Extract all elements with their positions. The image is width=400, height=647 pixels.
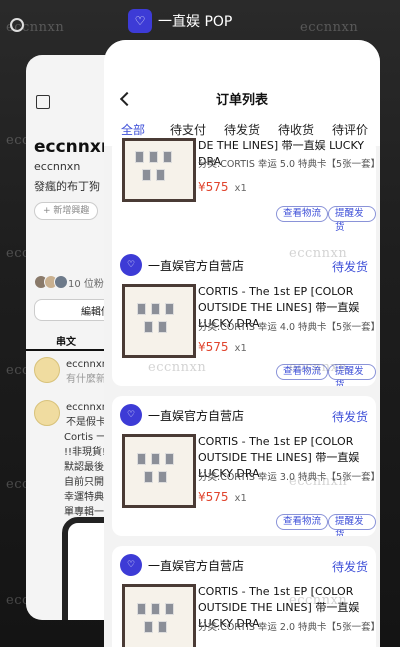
app-name: 一直娱 POP — [158, 14, 233, 30]
nav-bar: 订单列表 — [104, 40, 380, 130]
price-value: ¥575 — [198, 180, 229, 194]
product-thumbnail[interactable] — [122, 584, 196, 647]
price-value: ¥575 — [198, 490, 229, 504]
store-name: 一直娱官方自营店 — [148, 258, 245, 273]
tab-pending-receipt[interactable]: 待收货 — [278, 121, 314, 138]
product-price: ¥575 x1 — [198, 180, 247, 194]
tab-all[interactable]: 全部 — [121, 121, 145, 138]
product-spec: 分类:CORTIS 幸运 2.0 特典卡【5张一套】 — [198, 622, 374, 633]
product-thumbnail[interactable] — [122, 284, 196, 358]
product-thumbnail[interactable] — [122, 434, 196, 508]
profile-username: eccnnxn — [34, 137, 113, 157]
tab-underline — [26, 349, 116, 351]
product-spec: 分类:CORTIS 幸运 3.0 特典卡【5张一套】 — [198, 472, 374, 483]
avatar — [34, 357, 60, 383]
watermark: eccnnxn — [300, 20, 359, 35]
remind-shipment-button[interactable]: 提醒发货 — [328, 514, 376, 536]
store-logo-icon: ♡ — [120, 254, 142, 276]
store-row[interactable]: ♡ 一直娱官方自营店 — [120, 554, 244, 576]
product-spec: 分类:CORTIS 幸运 4.0 特典卡【5张一套】 — [198, 322, 374, 333]
switcher-app-label[interactable]: ♡ 一直娱 POP — [128, 9, 232, 33]
watermark: eccnnxn — [289, 593, 348, 608]
insights-icon[interactable] — [36, 95, 50, 109]
product-price: ¥575 x1 — [198, 490, 247, 504]
profile-bio: 發瘋的布丁狗 — [34, 180, 100, 193]
page-title: 订单列表 — [215, 93, 268, 108]
watermark: eccnnxn — [148, 360, 207, 375]
store-row[interactable]: ♡ 一直娱官方自营店 — [120, 254, 244, 276]
store-row[interactable]: ♡ 一直娱官方自营店 — [120, 404, 244, 426]
product-price: ¥575 x1 — [198, 340, 247, 354]
watermark: eccnnxn — [289, 360, 348, 375]
order-card[interactable]: ♡ 一直娱官方自营店 待发货 CORTIS - The 1st EP [COLO… — [112, 396, 376, 536]
store-logo-icon: ♡ — [120, 404, 142, 426]
quantity: x1 — [234, 493, 247, 504]
tab-pending-review[interactable]: 待评价 — [332, 121, 368, 138]
follower-avatars — [34, 275, 68, 289]
price-value: ¥575 — [198, 340, 229, 354]
product-spec: 分类:CORTIS 幸运 5.0 特典卡【5张一套】 — [198, 159, 374, 170]
tab-pending-shipment[interactable]: 待发货 — [224, 121, 260, 138]
quantity: x1 — [234, 183, 247, 194]
store-name: 一直娱官方自营店 — [148, 558, 245, 573]
watermark: eccnnxn — [289, 246, 348, 261]
add-interest-button[interactable]: + 新增興趣 — [34, 202, 99, 220]
order-status: 待发货 — [331, 410, 368, 424]
store-logo-icon: ♡ — [120, 554, 142, 576]
watermark: eccnnxn — [289, 474, 348, 489]
tab-threads[interactable]: 串文 — [56, 333, 76, 348]
remind-shipment-button[interactable]: 提醒发货 — [328, 206, 376, 233]
store-name: 一直娱官方自营店 — [148, 408, 245, 423]
app-logo-icon: ♡ — [128, 9, 152, 33]
order-status: 待发货 — [331, 560, 368, 574]
view-logistics-button[interactable]: 查看物流 — [276, 206, 329, 222]
product-thumbnail[interactable] — [122, 138, 196, 202]
tab-pending-payment[interactable]: 待支付 — [170, 121, 206, 138]
threads-icon — [10, 18, 24, 32]
quantity: x1 — [234, 343, 247, 354]
profile-handle: eccnnxn — [34, 160, 81, 173]
view-logistics-button[interactable]: 查看物流 — [276, 514, 329, 530]
avatar — [54, 275, 68, 289]
order-app-card[interactable]: 订单列表 全部 待支付 待发货 待收货 待评价 DE THE LINES] 带一… — [104, 40, 380, 647]
avatar — [34, 400, 60, 426]
